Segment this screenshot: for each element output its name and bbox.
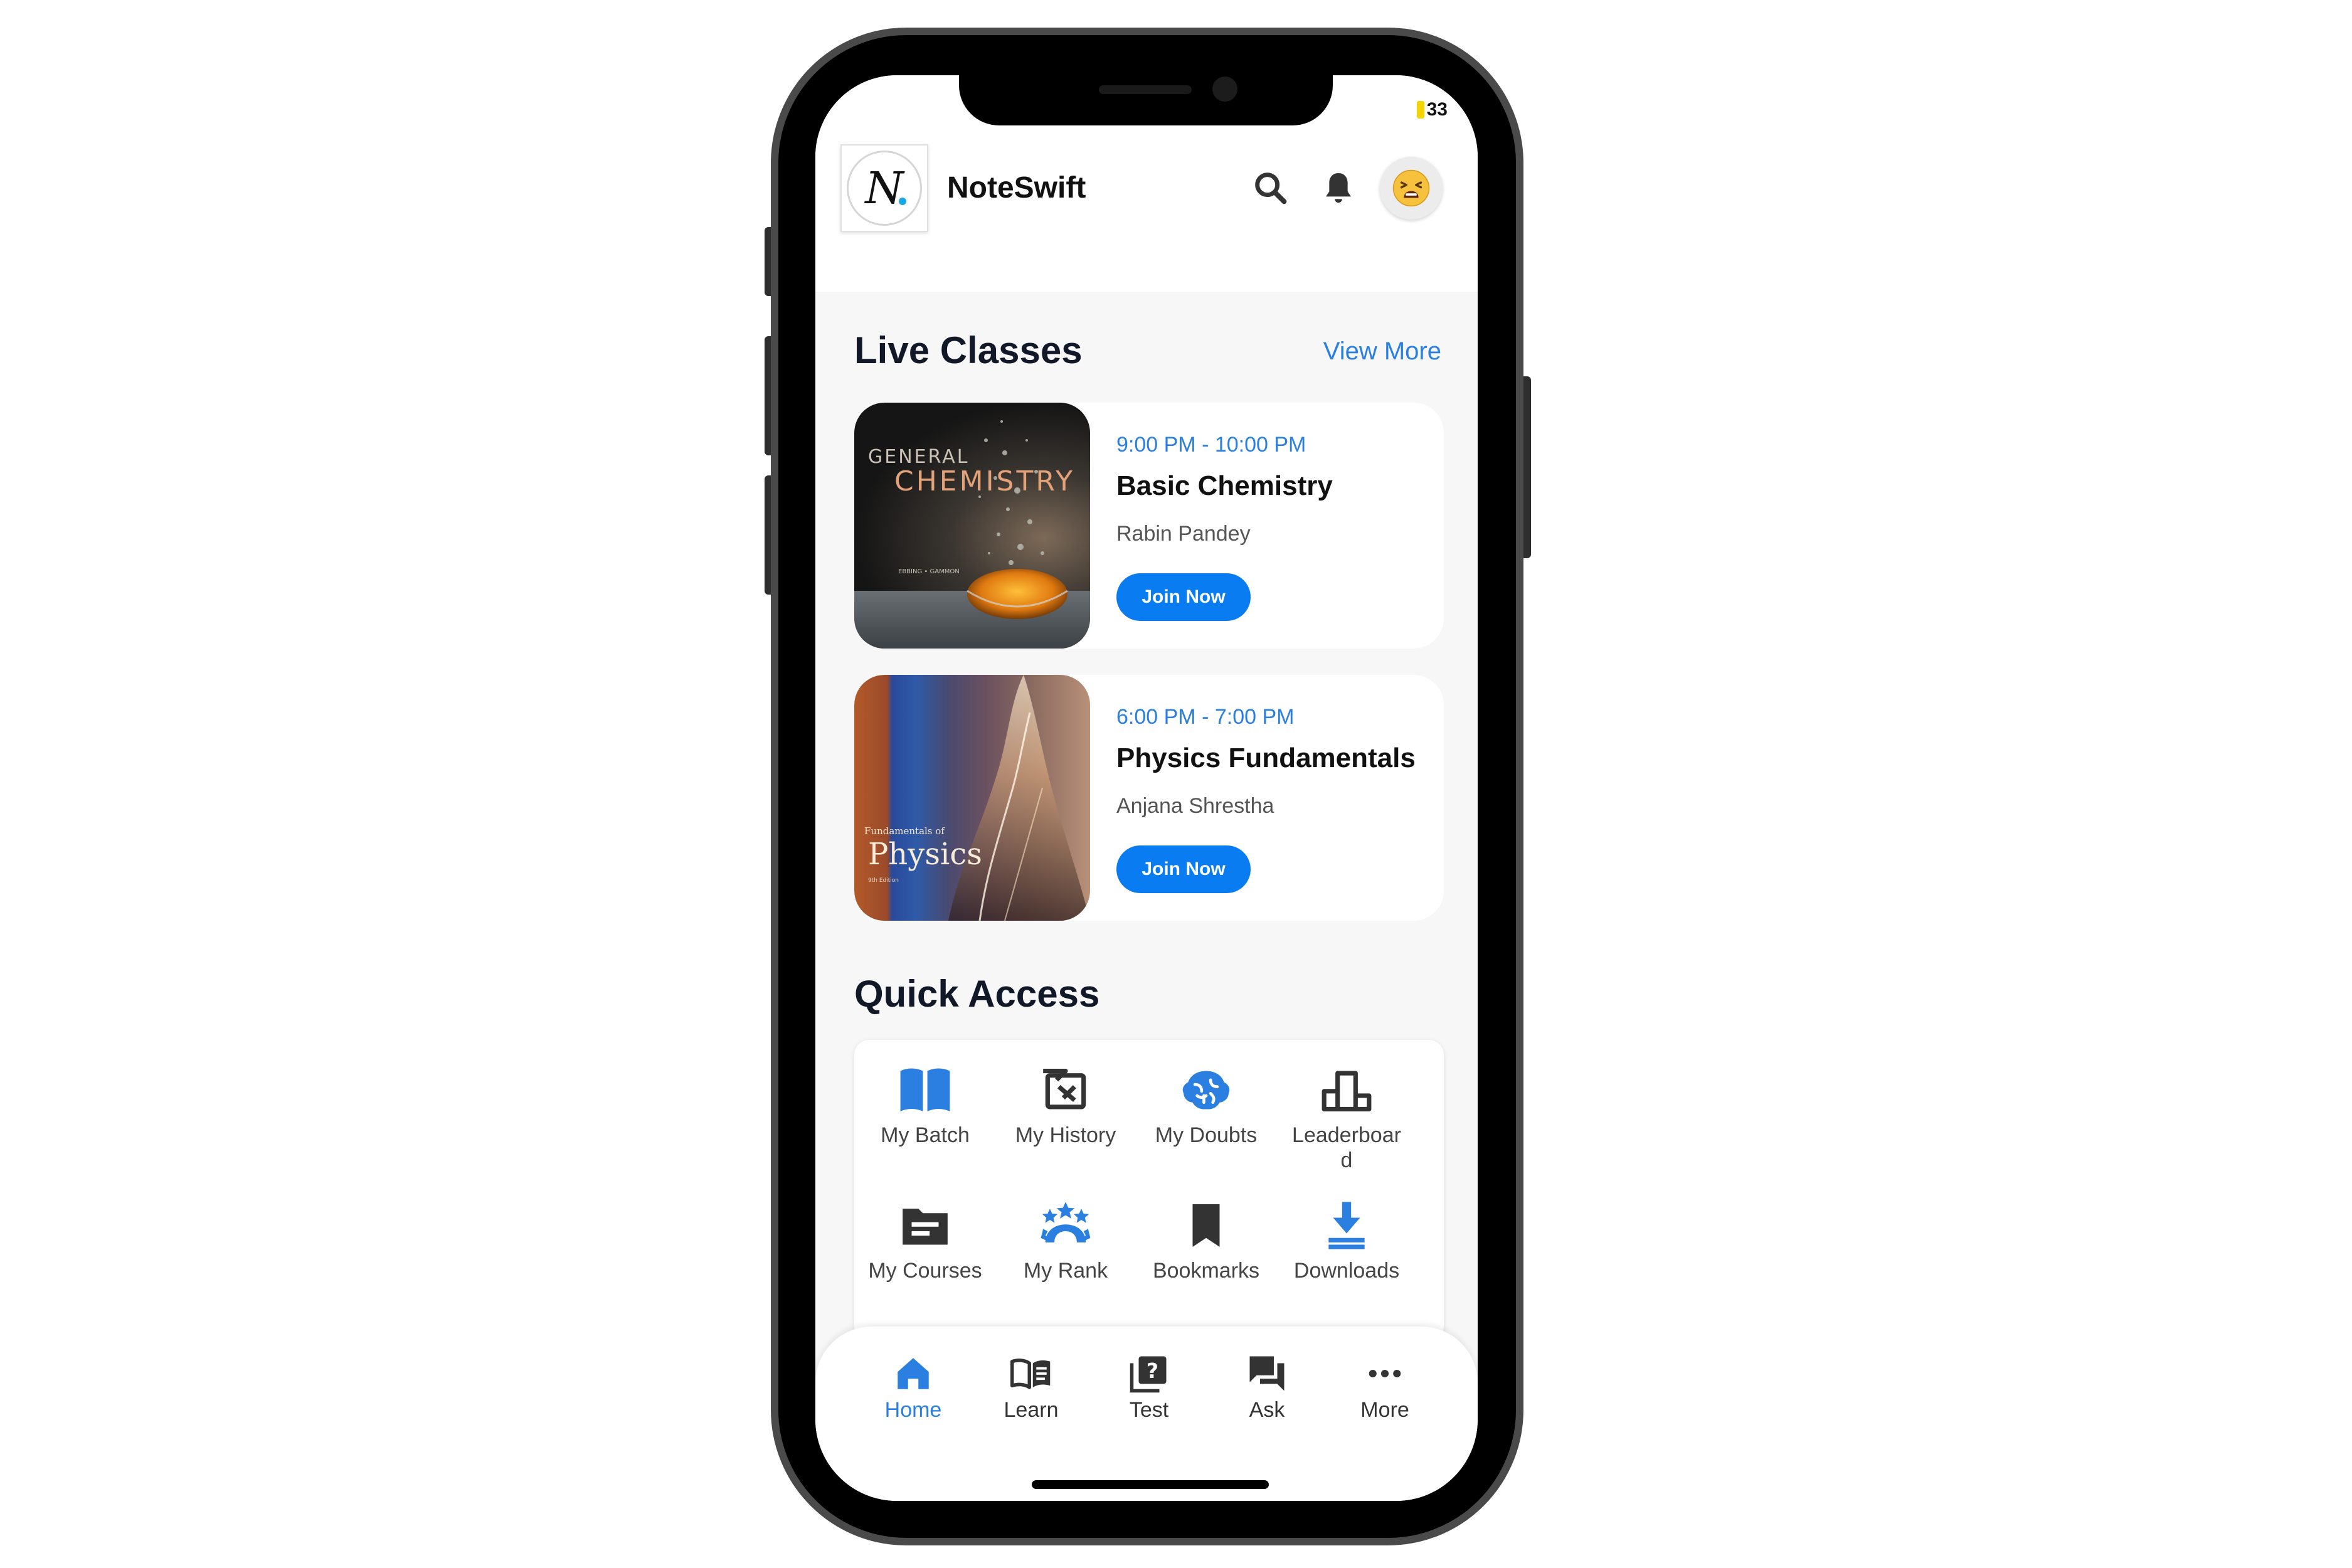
- notch: [959, 68, 1333, 125]
- logo-letter: N: [865, 162, 904, 214]
- quick-access-label: My Rank: [1023, 1259, 1108, 1283]
- chemistry-cover-title-1: GENERAL: [868, 446, 969, 468]
- class-teacher: Anjana Shrestha: [1116, 794, 1274, 818]
- quick-access-label: Leaderboar d: [1292, 1123, 1401, 1172]
- battery-icon: [1416, 101, 1424, 119]
- nav-label: Ask: [1249, 1398, 1285, 1422]
- battery-level: 33: [1426, 99, 1448, 120]
- class-teacher: Rabin Pandey: [1116, 522, 1251, 546]
- brain-icon: [1182, 1071, 1230, 1110]
- join-now-button[interactable]: Join Now: [1116, 573, 1251, 621]
- nav-label: Test: [1129, 1398, 1169, 1422]
- physics-cover-edition: 9th Edition: [868, 877, 899, 884]
- avatar[interactable]: [1380, 157, 1443, 220]
- front-camera: [1212, 77, 1237, 102]
- class-time: 9:00 PM - 10:00 PM: [1116, 433, 1306, 457]
- rank-stars-icon: [1041, 1202, 1091, 1242]
- quick-access-label: My Courses: [868, 1259, 982, 1283]
- folder-icon: [903, 1209, 948, 1245]
- nav-test[interactable]: ? Test: [1090, 1353, 1208, 1422]
- home-indicator[interactable]: [1032, 1480, 1269, 1489]
- join-now-button[interactable]: Join Now: [1116, 845, 1251, 893]
- quick-access-my-history[interactable]: My History: [995, 1066, 1136, 1148]
- live-classes-title: Live Classes: [854, 329, 1083, 371]
- nav-label: More: [1360, 1398, 1409, 1422]
- leaderboard-icon: [1322, 1071, 1372, 1112]
- nav-learn[interactable]: Learn: [972, 1353, 1090, 1422]
- class-time: 6:00 PM - 7:00 PM: [1116, 705, 1295, 729]
- speaker: [1099, 85, 1192, 94]
- nav-label: Learn: [1004, 1398, 1059, 1422]
- logo-dot: [899, 198, 906, 205]
- book-icon: [1010, 1359, 1051, 1389]
- app-logo[interactable]: N: [840, 144, 928, 232]
- app-title: NoteSwift: [947, 171, 1086, 204]
- more-icon: [1369, 1369, 1401, 1378]
- nav-ask[interactable]: Ask: [1208, 1353, 1326, 1422]
- physics-cover-art: Fundamentals of Physics 9th Edition: [864, 675, 1090, 921]
- quick-access-my-doubts[interactable]: My Doubts: [1136, 1066, 1276, 1148]
- chemistry-cover-title-2: CHEMISTRY: [894, 465, 1075, 497]
- quick-access-my-batch[interactable]: My Batch: [855, 1066, 995, 1148]
- class-name: Basic Chemistry: [1116, 470, 1333, 501]
- power-button: [1522, 376, 1531, 558]
- tired-face-emoji-icon: [1392, 169, 1430, 207]
- nav-home[interactable]: Home: [854, 1353, 972, 1422]
- nav-more[interactable]: More: [1326, 1353, 1444, 1422]
- battery-indicator: 33: [1416, 99, 1448, 120]
- chemistry-book-cover: GENERAL CHEMISTRY EBBING • GAMMON: [854, 403, 1090, 649]
- quiz-icon: ?: [1130, 1356, 1167, 1393]
- download-icon: [1328, 1202, 1365, 1249]
- physics-book-cover: Fundamentals of Physics 9th Edition: [854, 675, 1090, 921]
- search-icon[interactable]: [1251, 168, 1291, 208]
- quick-access-title: Quick Access: [854, 973, 1100, 1015]
- quick-access-label: My Doubts: [1155, 1123, 1258, 1147]
- quick-access-label: My Batch: [881, 1123, 970, 1147]
- class-card-physics[interactable]: Fundamentals of Physics 9th Edition 6:00…: [854, 675, 1444, 921]
- nav-label: Home: [884, 1398, 942, 1422]
- app-screen: 33 N NoteSwift Live Classes View More GE…: [815, 75, 1478, 1501]
- physics-cover-title-1: Fundamentals of: [864, 825, 945, 837]
- physics-cover-title-2: Physics: [868, 837, 982, 872]
- svg-text:?: ?: [1147, 1359, 1158, 1383]
- book-open-icon: [900, 1068, 950, 1112]
- bell-icon[interactable]: [1318, 168, 1359, 208]
- chemistry-cover-art: GENERAL CHEMISTRY EBBING • GAMMON: [854, 420, 1090, 649]
- quick-access-grid: My Batch My History My Doubts Leaderboar…: [854, 1040, 1444, 1341]
- quick-access-downloads[interactable]: Downloads: [1276, 1202, 1417, 1283]
- quick-access-my-rank[interactable]: My Rank: [995, 1202, 1136, 1283]
- class-card-chemistry[interactable]: GENERAL CHEMISTRY EBBING • GAMMON 9:00 P…: [854, 403, 1444, 649]
- quick-access-leaderboard[interactable]: Leaderboar d: [1276, 1066, 1417, 1173]
- history-icon: [1043, 1068, 1086, 1110]
- chat-icon: [1249, 1356, 1285, 1391]
- bookmark-icon: [1192, 1204, 1220, 1248]
- view-more-link[interactable]: View More: [1323, 337, 1441, 366]
- chemistry-cover-authors: EBBING • GAMMON: [898, 568, 960, 575]
- logo-mark: N: [847, 151, 922, 226]
- bottom-navigation: Home Learn ? Test Ask More: [815, 1327, 1478, 1501]
- quick-access-label: My History: [1015, 1123, 1116, 1147]
- class-name: Physics Fundamentals: [1116, 743, 1416, 773]
- home-icon: [898, 1358, 929, 1389]
- quick-access-my-courses[interactable]: My Courses: [855, 1202, 995, 1283]
- quick-access-bookmarks[interactable]: Bookmarks: [1136, 1202, 1276, 1283]
- quick-access-label: Downloads: [1293, 1259, 1400, 1283]
- quick-access-label: Bookmarks: [1152, 1259, 1260, 1283]
